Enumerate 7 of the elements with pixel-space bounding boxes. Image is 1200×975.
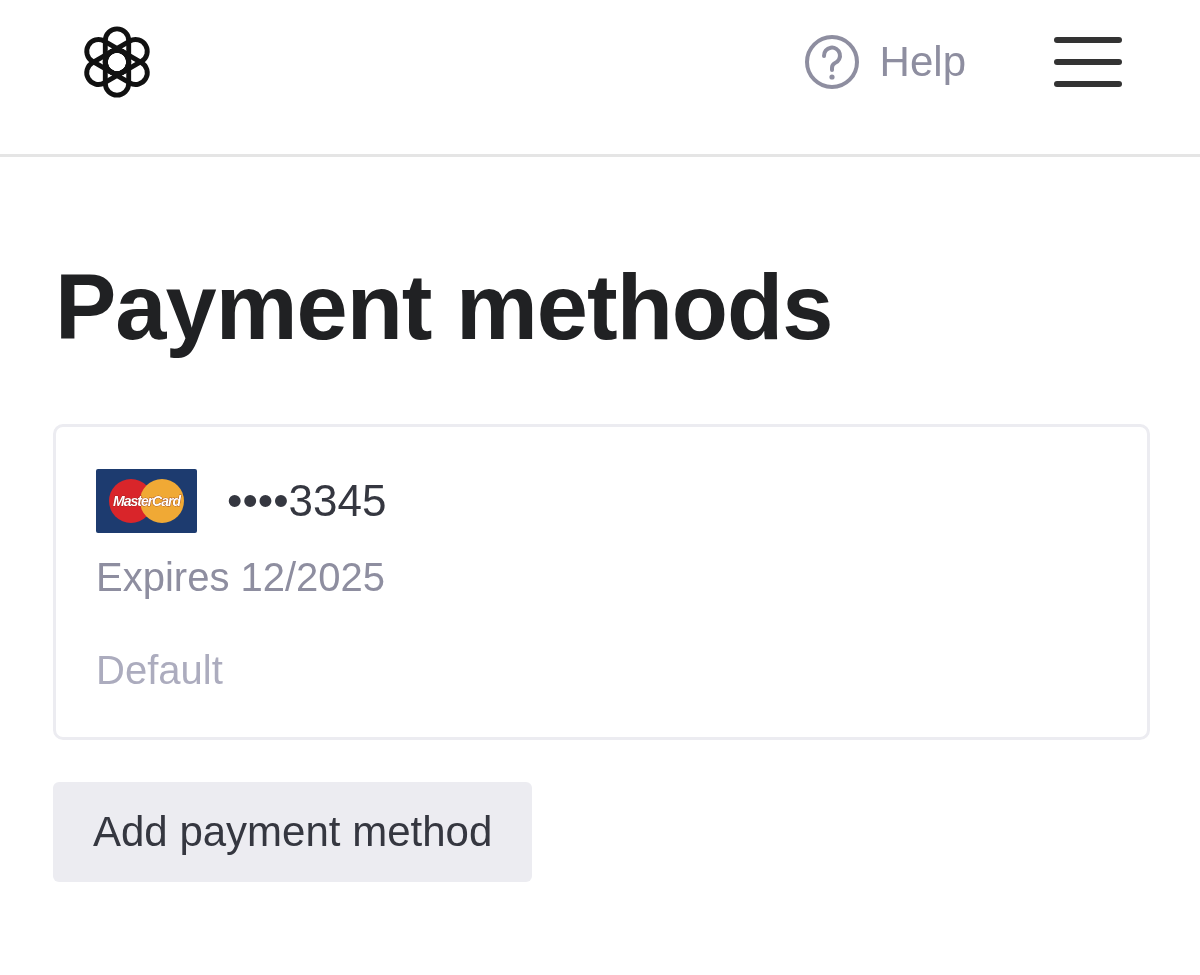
card-expiry: Expires 12/2025 [96, 555, 387, 601]
add-payment-button[interactable]: Add payment method [53, 782, 533, 883]
menu-icon[interactable] [1054, 37, 1122, 87]
card-status: Default [96, 648, 224, 694]
question-circle-icon [803, 34, 860, 90]
card-number: ••••3345 [227, 476, 387, 527]
page-title: Payment methods [55, 255, 834, 360]
